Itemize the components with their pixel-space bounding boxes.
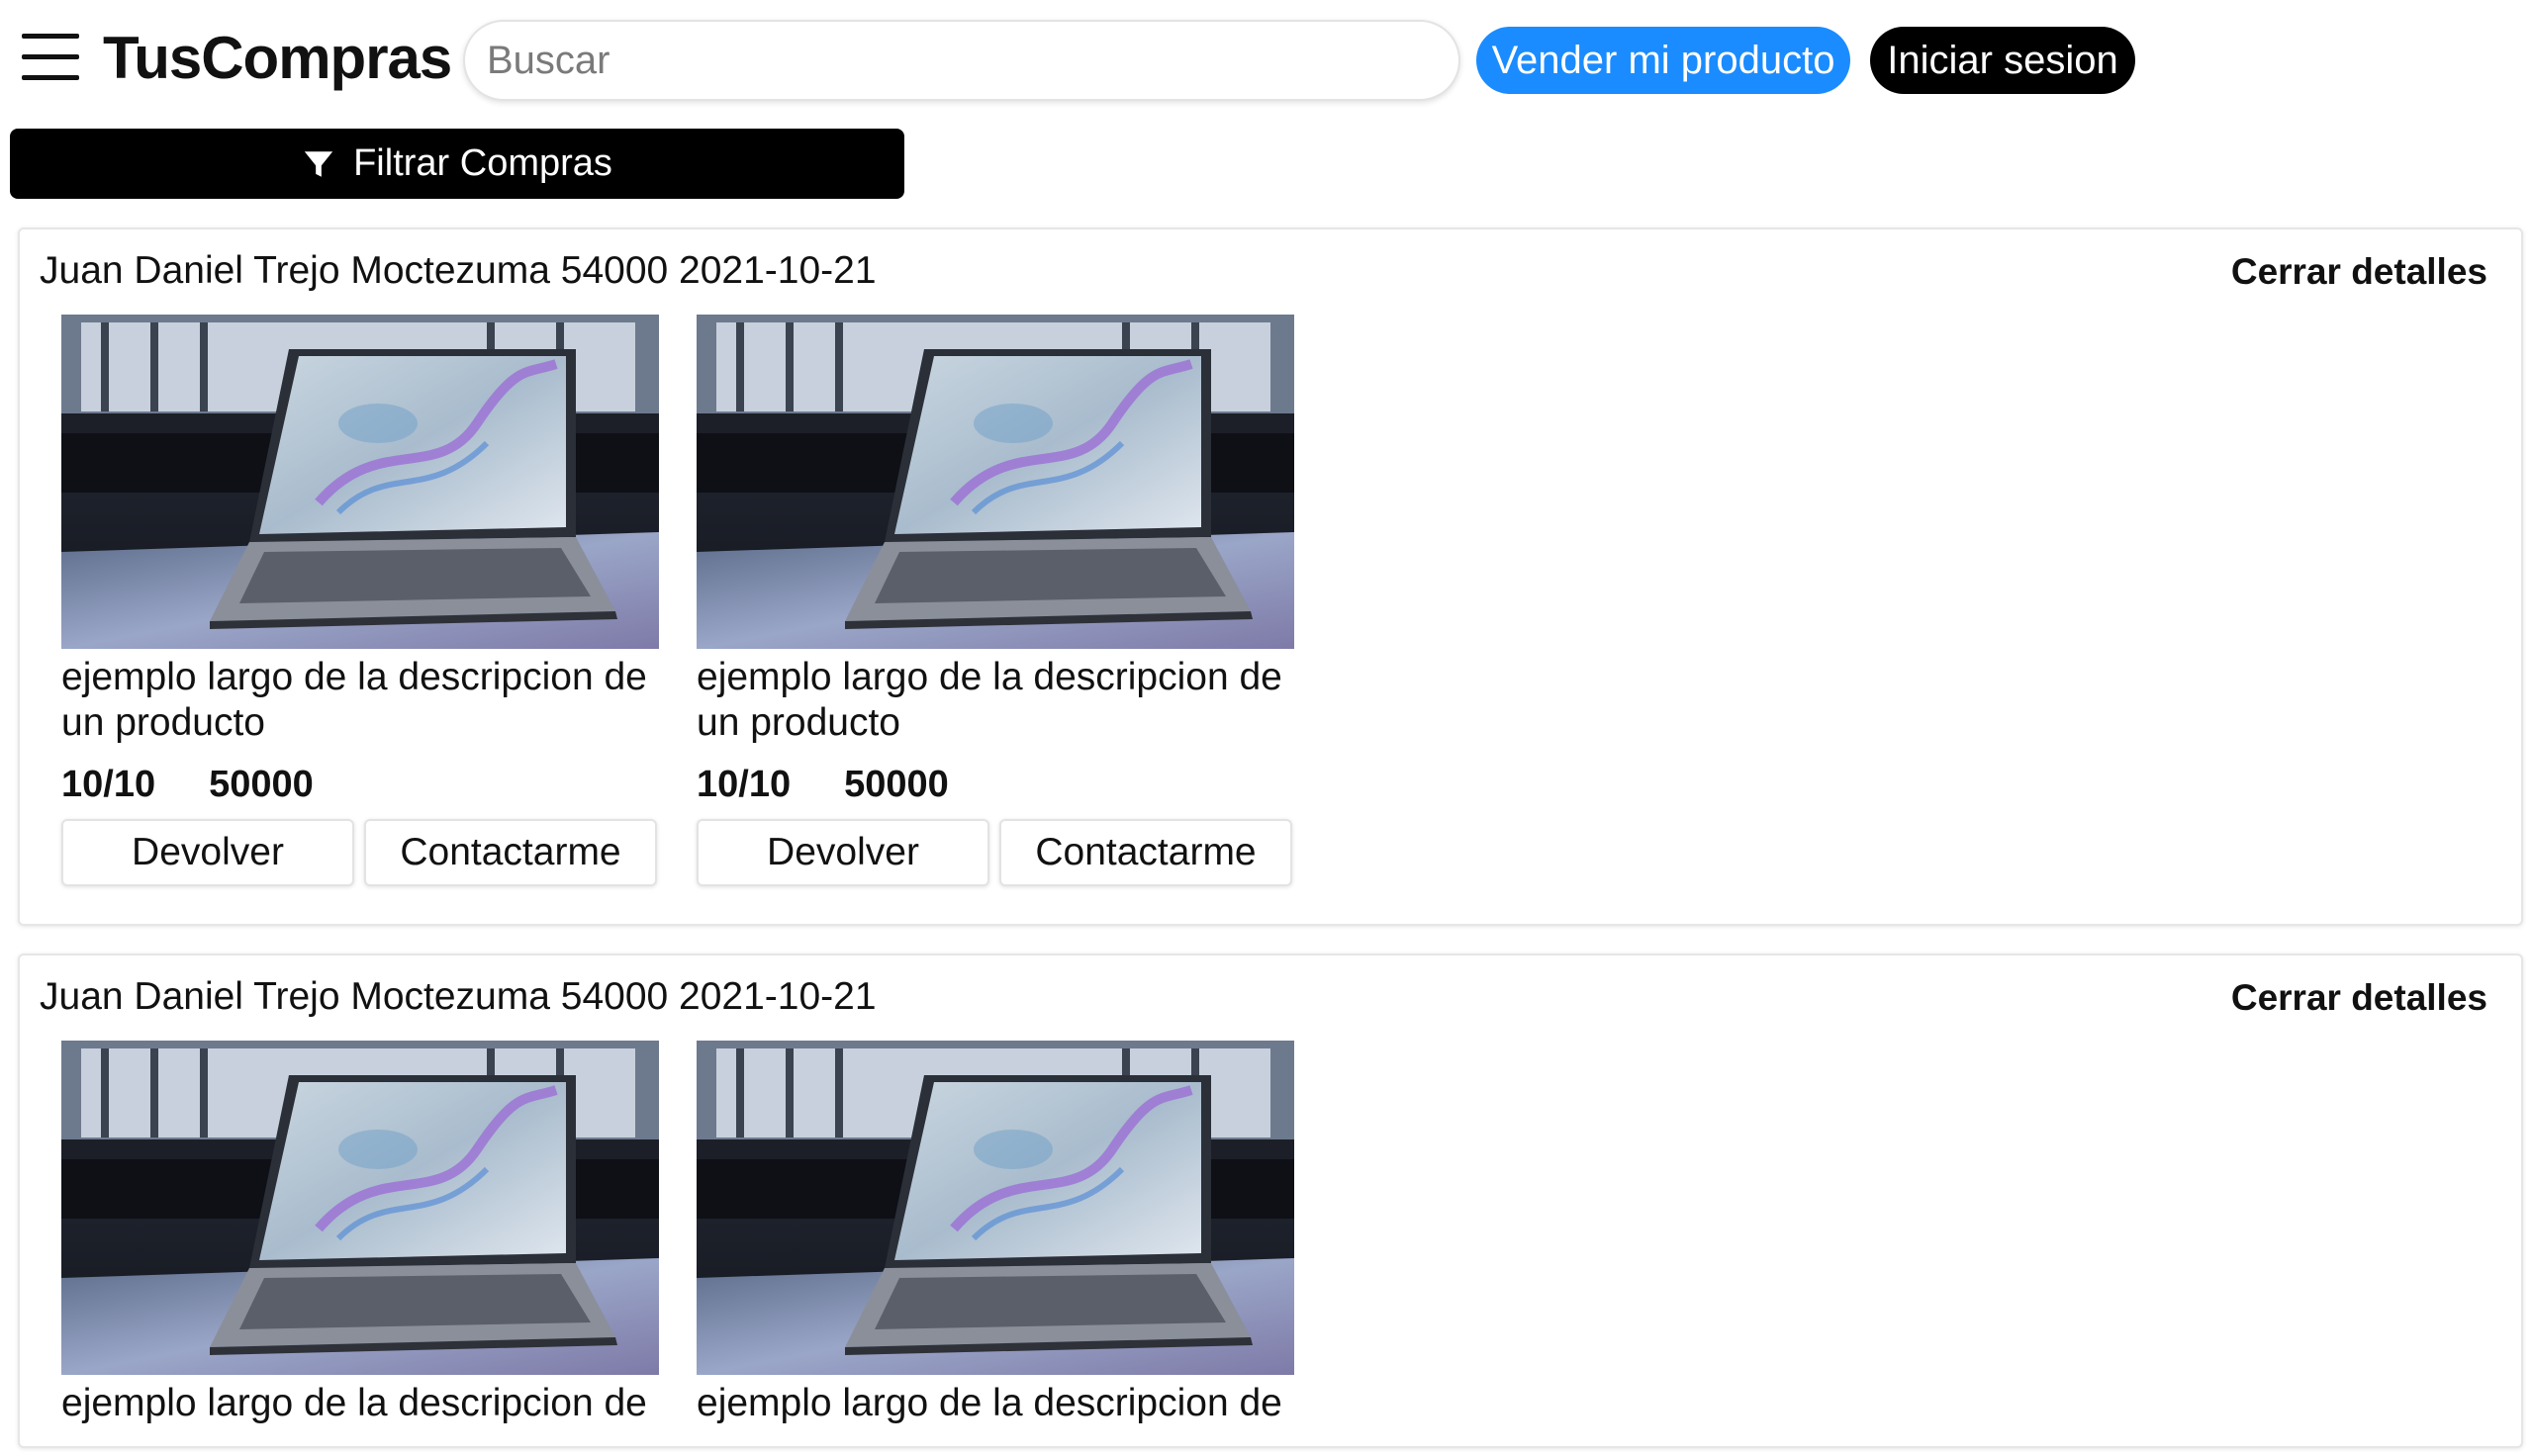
filter-purchases-button[interactable]: Filtrar Compras — [10, 129, 904, 199]
product-image[interactable] — [697, 315, 1294, 649]
product-rating: 10/10 — [61, 764, 156, 805]
contact-button[interactable]: Contactarme — [999, 819, 1292, 886]
product-image[interactable] — [61, 315, 659, 649]
product-price: 50000 — [844, 764, 949, 805]
product-description: ejemplo largo de la descripcion de un pr… — [697, 656, 1282, 744]
product-card: ejemplo largo de la descripcion de — [61, 1041, 659, 1456]
return-button[interactable]: Devolver — [61, 819, 354, 886]
order-card: Juan Daniel Trejo Moctezuma 54000 2021-1… — [18, 228, 2523, 926]
close-details-link[interactable]: Cerrar detalles — [2231, 977, 2487, 1019]
filter-label: Filtrar Compras — [353, 142, 612, 184]
app-logo[interactable]: TusCompras — [103, 24, 452, 93]
product-meta: 10/10 50000 — [61, 764, 314, 806]
product-image[interactable] — [61, 1041, 659, 1375]
product-description: ejemplo largo de la descripcion de — [61, 1382, 647, 1424]
sell-product-button[interactable]: Vender mi producto — [1476, 27, 1850, 94]
product-card: ejemplo largo de la descripcion de — [697, 1041, 1294, 1456]
order-heading: Juan Daniel Trejo Moctezuma 54000 2021-1… — [40, 249, 877, 292]
top-header: TusCompras Vender mi producto Iniciar se… — [0, 0, 2533, 123]
search-input[interactable] — [463, 20, 1460, 101]
product-rating: 10/10 — [697, 764, 792, 805]
hamburger-menu-icon[interactable] — [22, 34, 79, 81]
product-meta: 10/10 50000 — [697, 764, 949, 806]
return-button[interactable]: Devolver — [697, 819, 989, 886]
order-heading: Juan Daniel Trejo Moctezuma 54000 2021-1… — [40, 975, 877, 1018]
product-price: 50000 — [209, 764, 314, 805]
product-description: ejemplo largo de la descripcion de un pr… — [61, 656, 647, 744]
product-card: ejemplo largo de la descripcion de un pr… — [61, 315, 659, 908]
funnel-icon — [304, 150, 333, 177]
contact-button[interactable]: Contactarme — [364, 819, 657, 886]
close-details-link[interactable]: Cerrar detalles — [2231, 251, 2487, 293]
product-description: ejemplo largo de la descripcion de — [697, 1382, 1282, 1424]
product-image[interactable] — [697, 1041, 1294, 1375]
order-card: Juan Daniel Trejo Moctezuma 54000 2021-1… — [18, 954, 2523, 1448]
login-button[interactable]: Iniciar sesion — [1870, 27, 2135, 94]
product-card: ejemplo largo de la descripcion de un pr… — [697, 315, 1294, 908]
